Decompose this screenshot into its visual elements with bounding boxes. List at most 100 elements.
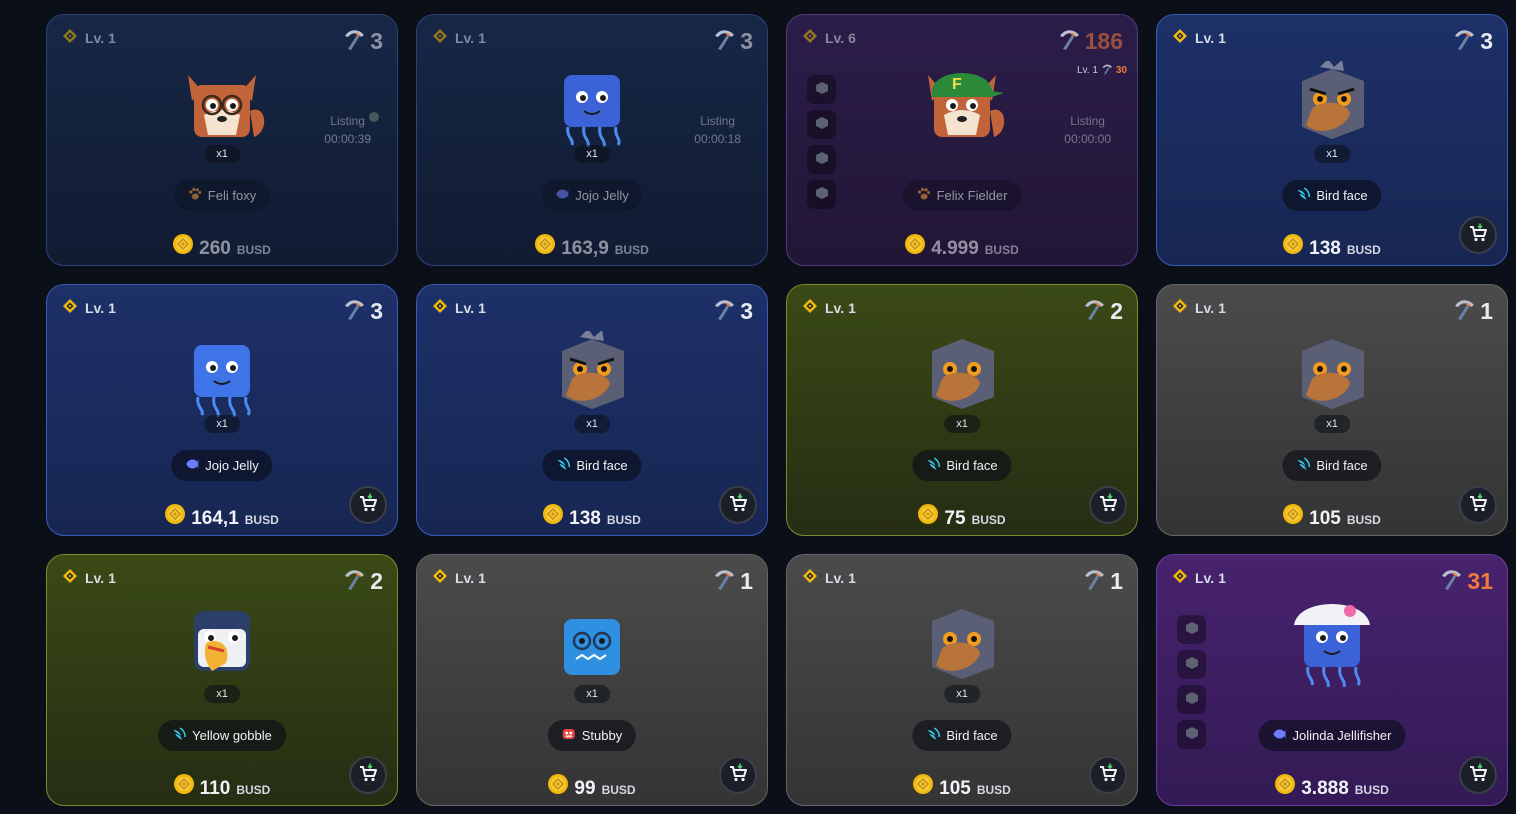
character-name-pill: Bird face bbox=[542, 450, 642, 481]
listing-status: Listing 00:00:18 bbox=[694, 112, 741, 148]
price-unit: BUSD bbox=[976, 783, 1011, 797]
item-slot[interactable] bbox=[1177, 650, 1206, 679]
buy-cart-button[interactable] bbox=[1459, 486, 1497, 524]
wing-icon bbox=[172, 727, 186, 744]
pickaxe-count: 1 bbox=[740, 568, 753, 594]
level-label: Lv. 1 bbox=[455, 299, 486, 316]
item-slots bbox=[807, 75, 836, 209]
nft-card[interactable]: Lv. 1 2 x1 Bird face 75 BUSD bbox=[786, 284, 1138, 536]
sub-level: Lv. 1 30 bbox=[1077, 63, 1127, 78]
nft-card[interactable]: Lv. 1 3 x1 Jojo Jelly 164,1 BUSD bbox=[46, 284, 398, 536]
item-slot[interactable] bbox=[807, 145, 836, 174]
pickaxe-counter: 1 bbox=[1082, 567, 1123, 596]
level-badge: Lv. 1 bbox=[433, 299, 486, 316]
bnb-diamond-icon bbox=[1173, 569, 1187, 586]
multiplier-badge: x1 bbox=[574, 685, 610, 703]
nft-card-grid: Lv. 1 3 x1 Listing 00:00:39 Feli foxy 260 BUSD L… bbox=[46, 14, 1508, 814]
level-badge: Lv. 1 bbox=[63, 569, 116, 586]
price-unit: BUSD bbox=[606, 513, 641, 527]
character-name: Felix Fielder bbox=[936, 188, 1008, 203]
paw-icon bbox=[188, 187, 202, 204]
price-value: 260 bbox=[199, 238, 231, 259]
nft-card[interactable]: Lv. 1 3 x1 Bird face 138 BUSD bbox=[416, 284, 768, 536]
sub-level-label: Lv. 1 bbox=[1076, 65, 1098, 76]
nft-card[interactable]: Lv. 1 1 x1 Bird face 105 BUSD bbox=[1156, 284, 1508, 536]
price-value: 75 bbox=[944, 508, 966, 529]
character-name-pill: Yellow gobble bbox=[158, 720, 286, 751]
multiplier-badge: x1 bbox=[1314, 415, 1350, 433]
nft-card[interactable]: Lv. 6 186 Lv. 1 30 F Listing 00:00:00 Felix Fie… bbox=[786, 14, 1138, 266]
character-name: Yellow gobble bbox=[192, 728, 272, 743]
pickaxe-count: 3 bbox=[740, 298, 753, 324]
level-badge: Lv. 1 bbox=[1173, 29, 1226, 46]
buy-cart-button[interactable] bbox=[349, 756, 387, 794]
nft-card[interactable]: Lv. 1 3 x1 Bird face 138 BUSD bbox=[1156, 14, 1508, 266]
nft-card[interactable]: Lv. 1 2 x1 Yellow gobble 110 BUSD bbox=[46, 554, 398, 806]
cart-icon bbox=[728, 493, 748, 518]
buy-cart-button[interactable] bbox=[1459, 216, 1497, 254]
wing-icon bbox=[1296, 457, 1311, 474]
nft-card[interactable]: Lv. 1 1 x1 Stubby 99 BUSD bbox=[416, 554, 768, 806]
pickaxe-icon bbox=[1452, 297, 1476, 326]
character-name: Jojo Jelly bbox=[575, 188, 629, 203]
pickaxe-counter: 3 bbox=[1452, 27, 1493, 56]
wing-icon bbox=[1296, 187, 1311, 204]
character-name: Stubby bbox=[581, 728, 623, 743]
price-unit: BUSD bbox=[984, 243, 1019, 257]
pickaxe-counter: 1 bbox=[712, 567, 753, 596]
nft-card[interactable]: Lv. 1 3 x1 Listing 00:00:18 Jojo Jelly 163,9 BU… bbox=[416, 14, 768, 266]
bnb-diamond-icon bbox=[803, 29, 817, 46]
cube-icon bbox=[815, 151, 828, 169]
listing-label: Listing bbox=[330, 114, 365, 128]
cart-icon bbox=[1468, 763, 1488, 788]
character-name-pill: Bird face bbox=[1282, 180, 1382, 211]
character-name: Bird face bbox=[1316, 458, 1368, 473]
cart-icon bbox=[358, 763, 378, 788]
buy-cart-button[interactable] bbox=[349, 486, 387, 524]
price-value: 163,9 bbox=[561, 238, 609, 259]
character-name-pill: Jojo Jelly bbox=[171, 450, 273, 481]
buy-cart-button[interactable] bbox=[1459, 756, 1497, 794]
nft-card[interactable]: Lv. 1 31 Jolinda Jellifisher 3.888 BUSD bbox=[1156, 554, 1508, 806]
buy-cart-button[interactable] bbox=[1089, 486, 1127, 524]
buy-cart-button[interactable] bbox=[1089, 756, 1127, 794]
pickaxe-counter: 2 bbox=[342, 567, 383, 596]
status-dot bbox=[369, 112, 379, 122]
pickaxe-counter: 1 bbox=[1452, 297, 1493, 326]
item-slot[interactable] bbox=[1177, 685, 1206, 714]
character-avatar bbox=[194, 345, 251, 417]
pickaxe-icon bbox=[712, 27, 736, 56]
cart-icon bbox=[358, 493, 378, 518]
bnb-diamond-icon bbox=[63, 29, 77, 46]
item-slot[interactable] bbox=[807, 180, 836, 209]
buy-cart-button[interactable] bbox=[719, 486, 757, 524]
level-label: Lv. 1 bbox=[455, 29, 486, 46]
item-slot[interactable] bbox=[807, 110, 836, 139]
wing-icon bbox=[556, 457, 571, 474]
nft-card[interactable]: Lv. 1 1 x1 Bird face 105 BUSD bbox=[786, 554, 1138, 806]
price: 138 BUSD bbox=[1157, 234, 1507, 260]
pickaxe-count: 3 bbox=[370, 28, 383, 54]
price: 110 BUSD bbox=[47, 774, 397, 800]
pickaxe-count: 3 bbox=[740, 28, 753, 54]
character-avatar bbox=[562, 331, 624, 409]
price-unit: BUSD bbox=[971, 513, 1006, 527]
buy-cart-button[interactable] bbox=[719, 756, 757, 794]
level-label: Lv. 1 bbox=[825, 299, 856, 316]
character-name: Bird face bbox=[1316, 188, 1368, 203]
character-name: Bird face bbox=[576, 458, 628, 473]
item-slot[interactable] bbox=[1177, 720, 1206, 749]
nft-card[interactable]: Lv. 1 3 x1 Listing 00:00:39 Feli foxy 260 BUSD bbox=[46, 14, 398, 266]
level-badge: Lv. 1 bbox=[433, 29, 486, 46]
mini-pickaxe-icon bbox=[1101, 63, 1113, 78]
price-value: 110 bbox=[199, 778, 231, 799]
listing-label: Listing bbox=[1070, 114, 1105, 128]
item-slot[interactable] bbox=[807, 75, 836, 104]
price-unit: BUSD bbox=[1354, 783, 1389, 797]
item-slot[interactable] bbox=[1177, 615, 1206, 644]
busd-coin-icon bbox=[1283, 504, 1304, 529]
bnb-diamond-icon bbox=[803, 569, 817, 586]
listing-status: Listing 00:00:00 bbox=[1064, 112, 1111, 148]
price: 260 BUSD bbox=[47, 234, 397, 260]
level-badge: Lv. 1 bbox=[1173, 299, 1226, 316]
